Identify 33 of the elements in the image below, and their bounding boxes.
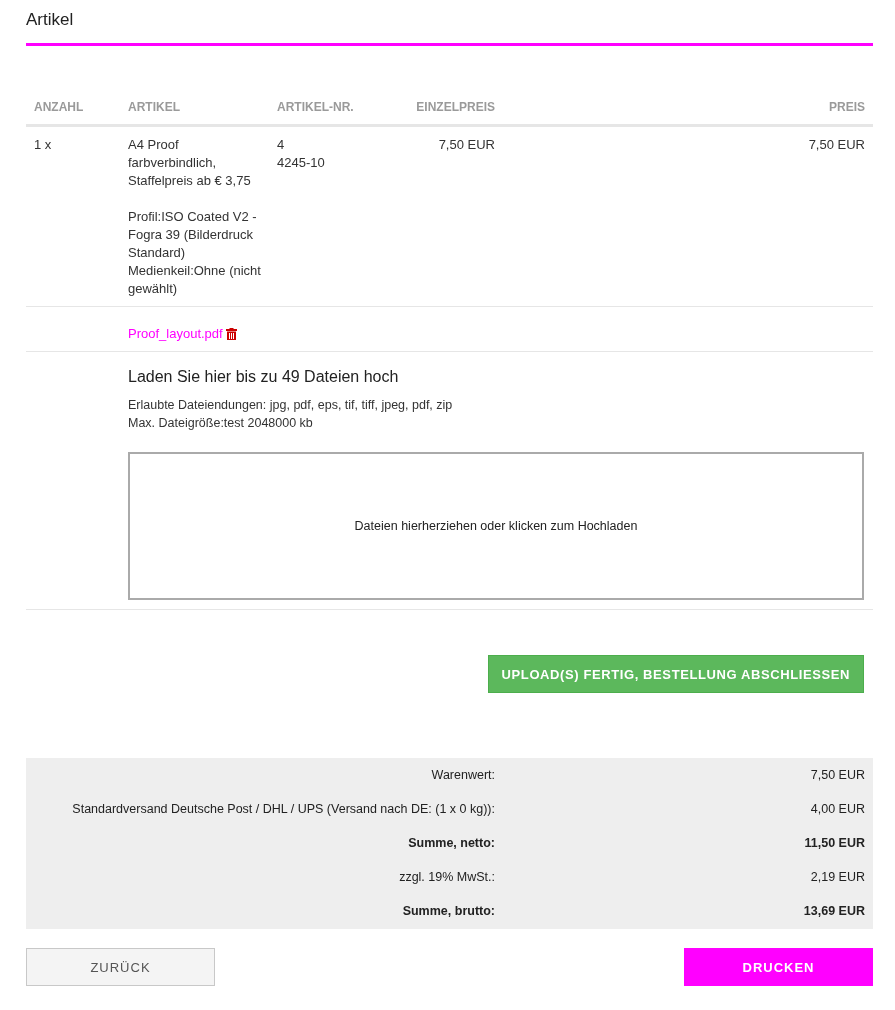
allowed-types-text: Erlaubte Dateiendungen: jpg, pdf, eps, tif, tiff, jpeg, pdf, zip <box>128 398 453 412</box>
section-title: Artikel <box>26 10 74 29</box>
file-dropzone[interactable]: Dateien hierherziehen oder klicken zum Hochladen <box>128 452 864 600</box>
column-header: ANZAHL <box>34 100 84 114</box>
column-header: ARTIKEL-NR. <box>277 100 354 114</box>
total-label: Standardversand Deutsche Post / DHL / UPS (Versand nach DE: (1 x 0 kg)): <box>72 802 495 816</box>
total-value: 13,69 EUR <box>803 904 865 918</box>
print-button[interactable]: DRUCKEN <box>684 948 873 986</box>
unit-price: 7,50 EUR <box>438 137 495 152</box>
total-value: 2,19 EUR <box>810 870 865 884</box>
quantity-text: 1 x <box>34 137 52 152</box>
article-option: Profil:ISO Coated V2 - Fogra 39 (Bilderdruck Standard) <box>128 209 257 260</box>
total-label: zzgl. 19% MwSt.: <box>399 870 495 884</box>
article-number: 4245-10 <box>277 155 325 170</box>
column-header: ARTIKEL <box>128 100 180 114</box>
price: 7,50 EUR <box>808 137 865 152</box>
finish-order-button[interactable]: UPLOAD(S) FERTIG, BESTELLUNG ABSCHLIESSEN <box>487 655 864 693</box>
back-button[interactable]: ZURÜCK <box>26 948 215 986</box>
total-label: Summe, netto: <box>408 836 495 850</box>
article-number: 4 <box>277 137 285 152</box>
max-size-text: Max. Dateigröße:test 2048000 kb <box>128 416 313 430</box>
trash-icon[interactable] <box>225 328 237 340</box>
column-header: PREIS <box>829 100 865 114</box>
total-label: Summe, brutto: <box>402 904 495 918</box>
file-link[interactable]: Proof_layout.pdf <box>128 325 223 343</box>
total-label: Warenwert: <box>431 768 495 782</box>
column-header: EINZELPREIS <box>416 100 495 114</box>
upload-heading: Laden Sie hier bis zu 49 Dateien hoch <box>128 368 399 385</box>
total-value: 7,50 EUR <box>810 768 865 782</box>
total-value: 11,50 EUR <box>804 836 865 850</box>
article-option: Medienkeil:Ohne (nicht gewählt) <box>128 263 261 296</box>
article-name: A4 Proof farbverbindlich, Staffelpreis ab € 3,75 <box>128 137 251 188</box>
total-value: 4,00 EUR <box>810 802 865 816</box>
